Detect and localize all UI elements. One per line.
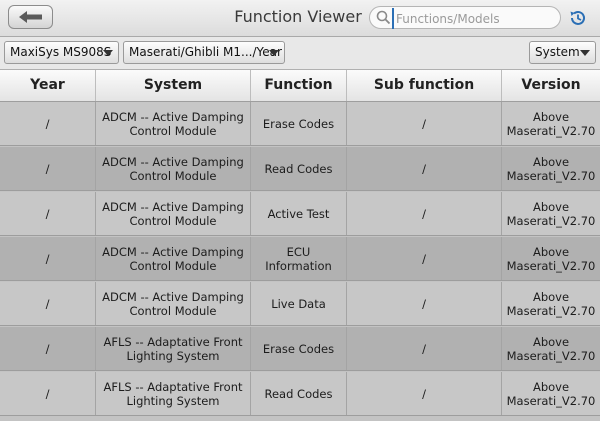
table-header: Year System Function Sub function Versio… (0, 70, 600, 102)
chevron-down-icon (103, 50, 113, 56)
model-year-dropdown[interactable]: Maserati/Ghibli M1.../Year (123, 41, 285, 64)
table-row[interactable]: / AFLS -- Adaptative Front Lighting Syst… (0, 327, 600, 371)
chevron-down-icon (580, 50, 590, 56)
cell-year: / (0, 372, 96, 415)
table-row[interactable]: / ADCM -- Active Damping Control Module … (0, 147, 600, 191)
cell-version: Above Maserati_V2.70 (506, 154, 596, 183)
search-input[interactable] (392, 8, 562, 29)
cell-version: Above Maserati_V2.70 (506, 289, 596, 318)
system-dropdown[interactable]: System (529, 41, 596, 64)
table-row[interactable]: / ADCM -- Active Damping Control Module … (0, 237, 600, 281)
cell-version: Above Maserati_V2.70 (506, 109, 596, 138)
cell-sub-function: / (347, 237, 502, 280)
cell-system: ADCM -- Active Damping Control Module (96, 282, 251, 325)
search-box[interactable] (369, 6, 562, 29)
cell-function: Live Data (251, 282, 347, 325)
vehicle-tool-label: MaxiSys MS908S (10, 45, 112, 59)
cell-year: / (0, 237, 96, 280)
cell-year: / (0, 147, 96, 190)
cell-function: Read Codes (251, 147, 347, 190)
page-title: Function Viewer (234, 7, 362, 26)
table-row[interactable]: / ADCM -- Active Damping Control Module … (0, 102, 600, 146)
cell-function: Erase Codes (251, 327, 347, 370)
cell-year: / (0, 327, 96, 370)
cell-function: Active Test (251, 192, 347, 235)
cell-function: Erase Codes (251, 102, 347, 145)
cell-function: ECU Information (251, 237, 347, 280)
cell-version: Above Maserati_V2.70 (506, 379, 596, 408)
column-header-version[interactable]: Version (502, 70, 600, 101)
cell-version: Above Maserati_V2.70 (506, 199, 596, 228)
cell-sub-function: / (347, 192, 502, 235)
history-icon[interactable] (568, 8, 588, 28)
filter-bar: MaxiSys MS908S Maserati/Ghibli M1.../Yea… (0, 37, 600, 70)
cell-system: AFLS -- Adaptative Front Lighting System (96, 327, 251, 370)
cell-sub-function: / (347, 102, 502, 145)
model-year-label: Maserati/Ghibli M1.../Year (129, 45, 282, 59)
cell-system: AFLS -- Adaptative Front Lighting System (96, 372, 251, 415)
table-row[interactable]: / AFLS -- Adaptative Front Lighting Syst… (0, 372, 600, 416)
table-row[interactable]: / ADCM -- Active Damping Control Module … (0, 192, 600, 236)
cell-system: ADCM -- Active Damping Control Module (96, 237, 251, 280)
column-header-system[interactable]: System (96, 70, 251, 101)
column-header-function[interactable]: Function (251, 70, 347, 101)
search-icon (376, 10, 391, 25)
cell-system: ADCM -- Active Damping Control Module (96, 147, 251, 190)
system-filter-label: System (535, 45, 580, 59)
cell-year: / (0, 102, 96, 145)
cell-sub-function: / (347, 372, 502, 415)
back-arrow-icon (18, 11, 42, 23)
cell-year: / (0, 192, 96, 235)
cell-sub-function: / (347, 282, 502, 325)
table-row[interactable]: / ADCM -- Active Damping Control Module … (0, 282, 600, 326)
cell-year: / (0, 282, 96, 325)
cell-sub-function: / (347, 327, 502, 370)
chevron-down-icon (269, 50, 279, 56)
top-bar: Function Viewer (0, 0, 600, 37)
cell-version: Above Maserati_V2.70 (506, 244, 596, 273)
cell-system: ADCM -- Active Damping Control Module (96, 102, 251, 145)
cell-sub-function: / (347, 147, 502, 190)
cell-system: ADCM -- Active Damping Control Module (96, 192, 251, 235)
vehicle-tool-dropdown[interactable]: MaxiSys MS908S (4, 41, 119, 64)
back-button[interactable] (8, 5, 53, 29)
column-header-year[interactable]: Year (0, 70, 96, 101)
cell-function: Read Codes (251, 372, 347, 415)
column-header-sub-function[interactable]: Sub function (347, 70, 502, 101)
cell-version: Above Maserati_V2.70 (506, 334, 596, 363)
